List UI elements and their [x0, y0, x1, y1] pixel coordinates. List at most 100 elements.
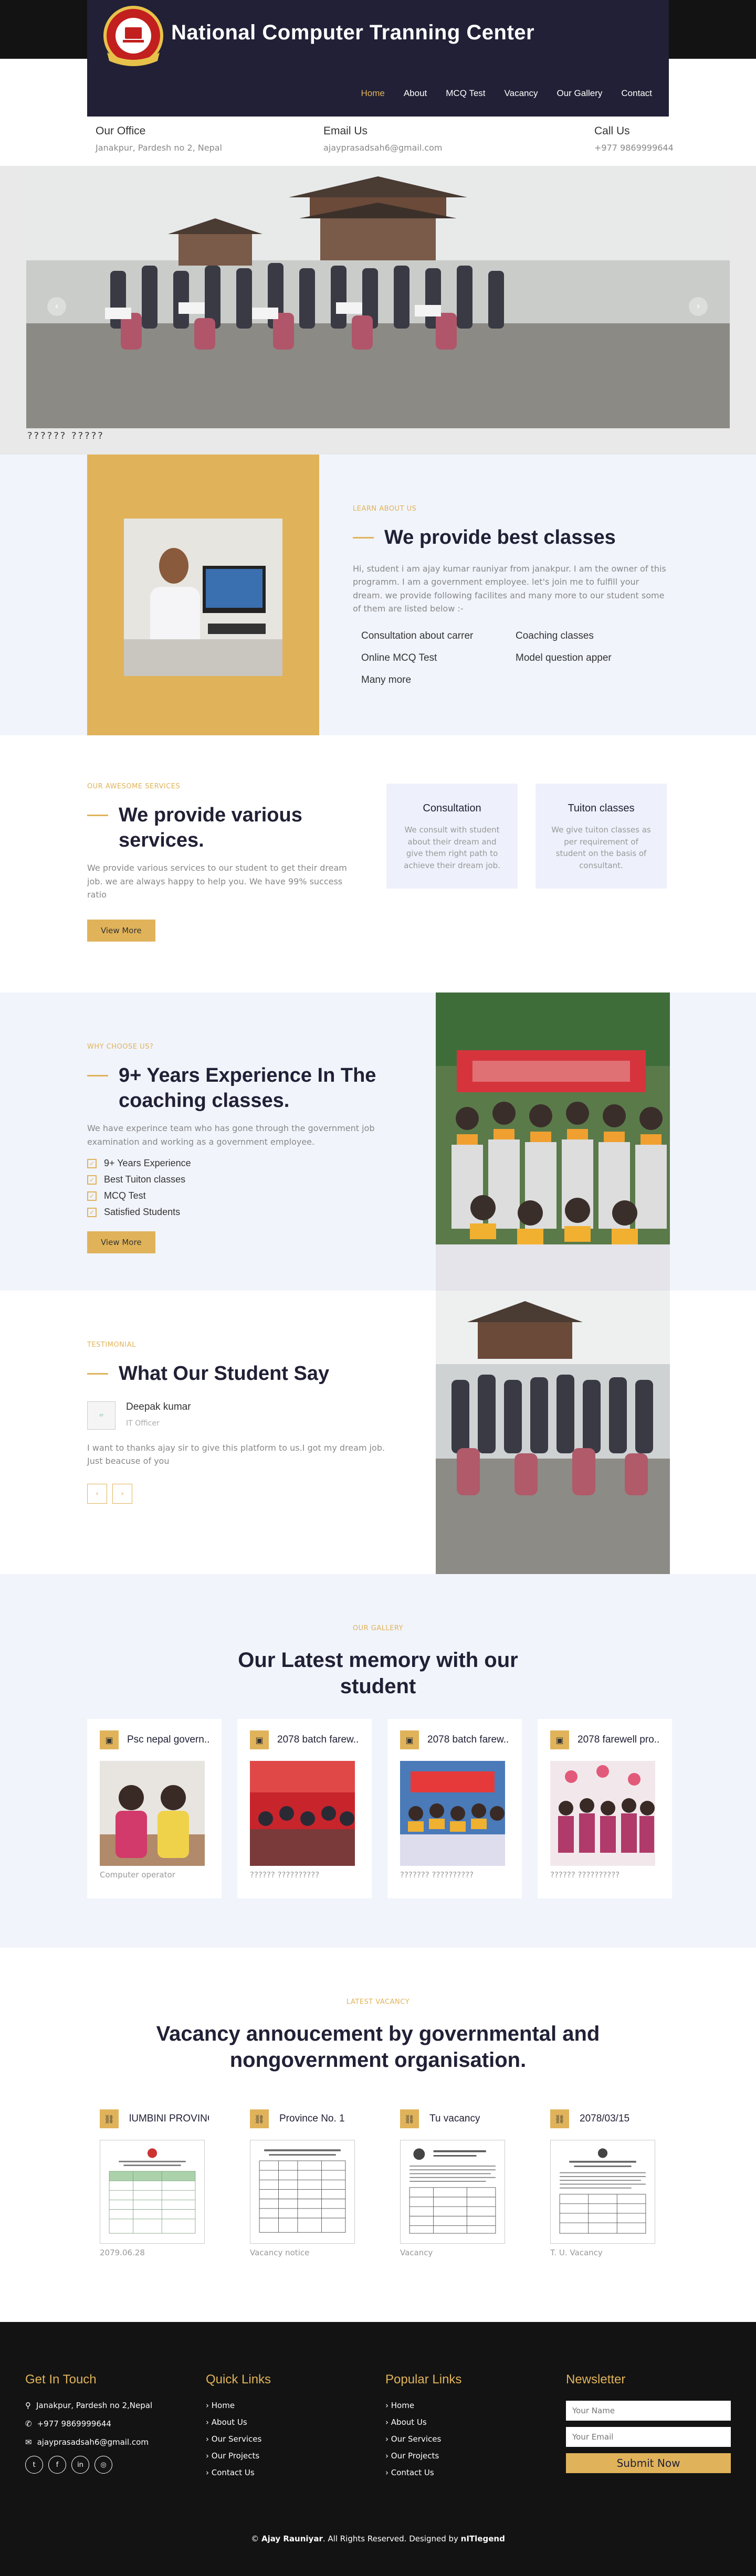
footer-quick-link[interactable]: › Our Services — [206, 2434, 271, 2444]
gallery-heading: Our Latest memory with our student — [238, 1649, 518, 1698]
slider-next-button[interactable]: › — [689, 297, 708, 316]
gallery-photo[interactable] — [550, 1761, 655, 1866]
services-view-more-button[interactable]: View More — [87, 919, 155, 942]
gallery-card[interactable]: ▣ 2078 farewell pro... ?????? ?????????? — [538, 1719, 672, 1898]
gallery-card[interactable]: ▣ 2078 batch farew... ??????? ?????????? — [387, 1719, 522, 1898]
vacancy-card-caption: T. U. Vacancy — [550, 2248, 603, 2257]
site-title[interactable]: National Computer Tranning Center — [171, 21, 534, 45]
footer-news-title: Newsletter — [566, 2372, 626, 2387]
about-heading-text: We provide best classes — [384, 526, 616, 548]
gallery-card-title[interactable]: 2078 batch farew... — [427, 1734, 509, 1746]
image-icon: ▣ — [250, 1730, 269, 1749]
check-icon: ✓ — [87, 1191, 97, 1201]
gallery-card-title[interactable]: 2078 farewell pro... — [578, 1734, 659, 1746]
services-content: OUR AWESOME SERVICES We provide various … — [87, 783, 360, 942]
gallery-card-title[interactable]: 2078 batch farew... — [277, 1734, 359, 1746]
vacancy-card[interactable]: ⛓ 2078/03/15 T. U. Vacancy — [538, 2109, 672, 2257]
vacancy-card[interactable]: ⛓ Tu vacancy Vacancy — [387, 2109, 522, 2257]
about-section: LEARN ABOUT US We provide best classes H… — [0, 455, 756, 735]
avatar: ▱ — [87, 1401, 116, 1430]
vacancy-document[interactable] — [100, 2140, 205, 2244]
copyright: © Ajay Rauniyar. All Rights Reserved. De… — [251, 2534, 505, 2543]
check-item: ✓ Best Tuiton classes — [87, 1174, 397, 1185]
testimonial-content: TESTIMONIAL What Our Student Say ▱ Deepa… — [87, 1341, 397, 1504]
footer-phone: ✆ +977 9869999644 — [25, 2419, 111, 2429]
about-features: Consultation about carrer Coaching class… — [353, 630, 670, 686]
footer-popular-link[interactable]: › Our Projects — [385, 2451, 461, 2461]
link-icon: ⛓ — [100, 2109, 119, 2128]
services-text: We provide various services to our stude… — [87, 863, 347, 900]
vacancy-card-title[interactable]: 2078/03/15 — [580, 2113, 629, 2125]
copyright-designer[interactable]: nITlegend — [461, 2534, 505, 2543]
footer-popular-link[interactable]: › Home — [385, 2401, 461, 2410]
services-section: OUR AWESOME SERVICES We provide various … — [0, 735, 756, 993]
gallery-card[interactable]: ▣ 2078 batch farew... ?????? ?????????? — [237, 1719, 372, 1898]
social-links: t f in ◎ — [25, 2456, 152, 2474]
vacancy-document[interactable] — [550, 2140, 655, 2244]
testimonial-heading: What Our Student Say — [87, 1361, 397, 1387]
gallery-card[interactable]: ▣ Psc nepal govern... Computer operator — [87, 1719, 222, 1898]
image-icon: ▣ — [400, 1730, 419, 1749]
gallery-photo[interactable] — [100, 1761, 205, 1866]
check-item: ✓ 9+ Years Experience — [87, 1158, 397, 1169]
testimonial-person: ▱ Deepak kumar IT Officer — [87, 1401, 397, 1430]
twitter-icon[interactable]: t — [25, 2456, 43, 2474]
footer-quick-link[interactable]: › Our Projects — [206, 2451, 271, 2461]
why-view-more-button[interactable]: View More — [87, 1231, 155, 1254]
vacancy-heading: Vacancy annoucement by governmental and … — [156, 2022, 600, 2072]
footer-quick-links: Quick Links › Home › About Us › Our Serv… — [206, 2372, 271, 2485]
gallery-label: OUR GALLERY — [352, 1624, 404, 1632]
link-icon: ⛓ — [400, 2109, 419, 2128]
about-text: Hi, student i am ajay kumar rauniyar fro… — [353, 563, 666, 614]
footer-newsletter: Newsletter Submit Now — [566, 2372, 731, 2473]
gallery-photo[interactable] — [250, 1761, 355, 1866]
footer-popular-title: Popular Links — [385, 2372, 462, 2387]
footer-quick-link[interactable]: › Home — [206, 2401, 271, 2410]
vacancy-section: LATEST VACANCY Vacancy annoucement by go… — [0, 1948, 756, 2322]
newsletter-name-input[interactable] — [566, 2401, 731, 2421]
slider-prev-button[interactable]: ‹ — [47, 297, 66, 316]
footer-quick-link[interactable]: › Contact Us — [206, 2468, 271, 2477]
footer-address: ⚲ Janakpur, Pardesh no 2,Nepal — [25, 2401, 153, 2410]
gallery-photo[interactable] — [400, 1761, 505, 1866]
footer-popular-links: Popular Links › Home › About Us › Our Se… — [385, 2372, 461, 2485]
newsletter-submit-button[interactable]: Submit Now — [566, 2453, 731, 2473]
vacancy-document[interactable] — [250, 2140, 355, 2244]
vacancy-card-title[interactable]: Tu vacancy — [429, 2113, 480, 2125]
why-label: WHY CHOOSE US? — [87, 1043, 154, 1051]
vacancy-card[interactable]: ⛓ Province No. 1 Vacancy notice — [237, 2109, 372, 2257]
vacancy-card-title[interactable]: lUMBINI PROVINC... — [129, 2113, 209, 2125]
footer-popular-link[interactable]: › About Us — [385, 2417, 461, 2427]
vacancy-document[interactable] — [400, 2140, 505, 2244]
vacancy-card[interactable]: ⛓ lUMBINI PROVINC... 2079.06.28 — [87, 2109, 222, 2257]
instagram-icon[interactable]: ◎ — [94, 2456, 112, 2474]
testimonial-section: TESTIMONIAL What Our Student Say ▱ Deepa… — [0, 1291, 756, 1574]
vacancy-card-title[interactable]: Province No. 1 — [279, 2113, 345, 2125]
why-content: WHY CHOOSE US? 9+ Years Experience In Th… — [87, 1043, 397, 1254]
gallery-cards: ▣ Psc nepal govern... Computer operator ▣… — [87, 1719, 672, 1898]
gallery-card-title[interactable]: Psc nepal govern... — [127, 1734, 209, 1746]
services-heading-text: We provide various services. — [119, 804, 302, 851]
linkedin-icon[interactable]: in — [71, 2456, 89, 2474]
vacancy-cards: ⛓ lUMBINI PROVINC... 2079.06.28 ⛓ Province… — [87, 2109, 672, 2257]
email-value[interactable]: ajayprasadsah6@gmail.com — [323, 143, 443, 153]
footer-contact: Get In Touch ⚲ Janakpur, Pardesh no 2,Nep… — [25, 2372, 152, 2474]
gallery-card-caption: Computer operator — [100, 1870, 175, 1880]
gallery-section: OUR GALLERY Our Latest memory with our s… — [0, 1574, 756, 1948]
copyright-owner[interactable]: Ajay Rauniyar — [261, 2534, 323, 2543]
testimonial-prev-button[interactable]: ‹ — [87, 1483, 107, 1504]
feature-item: Model question apper — [516, 652, 612, 663]
footer-popular-link[interactable]: › Our Services — [385, 2434, 461, 2444]
map-marker-icon: ⚲ — [25, 2401, 31, 2410]
facebook-icon[interactable]: f — [48, 2456, 66, 2474]
link-icon: ⛓ — [250, 2109, 269, 2128]
contact-bar: Our Office Janakpur, Pardesh no 2, Nepal… — [0, 59, 756, 166]
newsletter-email-input[interactable] — [566, 2427, 731, 2447]
why-image — [436, 993, 670, 1291]
check-icon: ✓ — [87, 1207, 97, 1217]
call-value[interactable]: +977 9869999644 — [594, 143, 674, 153]
testimonial-next-button[interactable]: › — [112, 1483, 132, 1504]
service-card-title: Tuiton classes — [568, 803, 635, 814]
footer-quick-link[interactable]: › About Us — [206, 2417, 271, 2427]
footer-popular-link[interactable]: › Contact Us — [385, 2468, 461, 2477]
